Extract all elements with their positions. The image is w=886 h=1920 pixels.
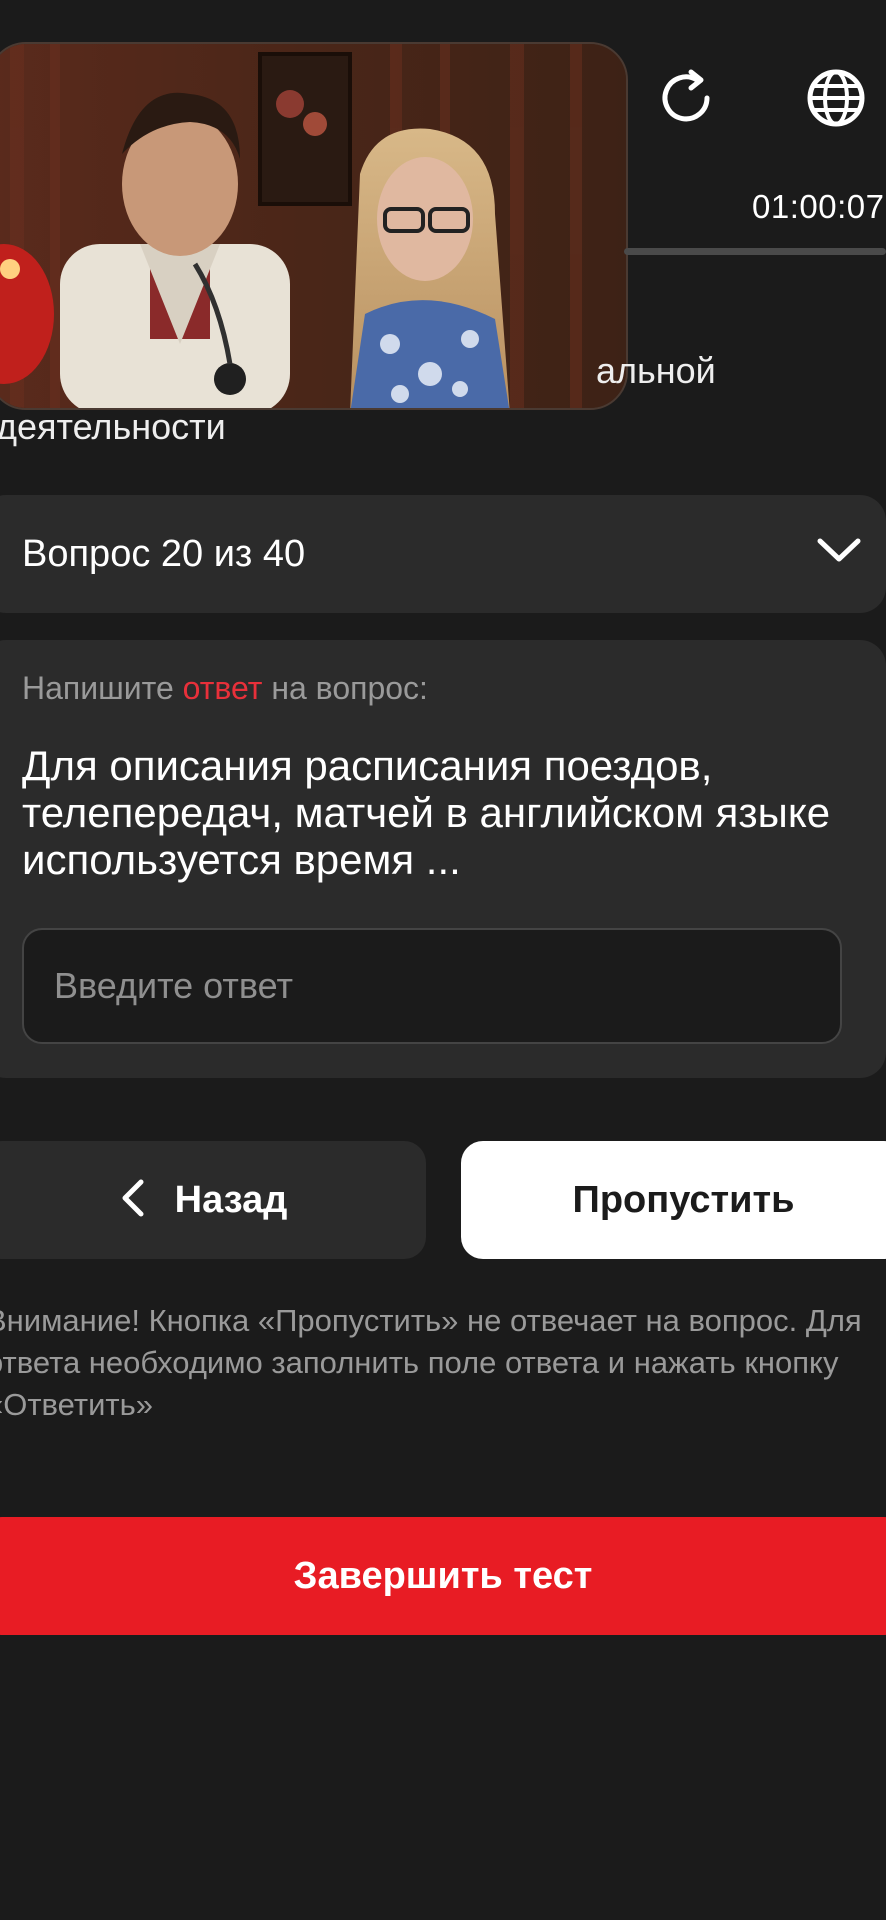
test-page: 01:00:07 альной деятельности Вопрос 20 и… bbox=[0, 0, 886, 1920]
back-button-label: Назад bbox=[174, 1178, 288, 1221]
finish-test-label: Завершить тест bbox=[293, 1554, 593, 1597]
question-counter: Вопрос 20 из 40 bbox=[22, 532, 306, 575]
skip-button[interactable]: Пропустить bbox=[461, 1141, 886, 1259]
refresh-icon[interactable] bbox=[648, 60, 724, 136]
chevron-down-icon bbox=[816, 535, 862, 570]
question-text: Для описания расписания поездов, телепер… bbox=[22, 742, 831, 883]
globe-icon[interactable] bbox=[798, 60, 874, 136]
instruction-text-after: на вопрос: bbox=[262, 670, 428, 706]
chevron-left-icon bbox=[119, 1178, 145, 1223]
skip-warning-text: Внимание! Кнопка «Пропустить» не отвечае… bbox=[0, 1303, 862, 1422]
video-thumbnail[interactable] bbox=[0, 42, 628, 410]
timer-progress-bar bbox=[624, 248, 886, 255]
finish-test-button[interactable]: Завершить тест bbox=[0, 1517, 886, 1635]
back-button[interactable]: Назад bbox=[0, 1141, 426, 1259]
video-frame-image bbox=[0, 44, 626, 408]
question-card: Напишите ответ на вопрос: Для описания р… bbox=[0, 640, 886, 1078]
instruction-accent-word: ответ bbox=[182, 670, 263, 706]
category-title-line1: альной bbox=[596, 350, 716, 391]
category-title-line2: деятельности bbox=[0, 406, 226, 447]
test-timer: 01:00:07 bbox=[752, 188, 885, 225]
question-instruction: Напишите ответ на вопрос: bbox=[22, 670, 428, 707]
question-selector-dropdown[interactable]: Вопрос 20 из 40 bbox=[0, 495, 886, 613]
answer-input[interactable] bbox=[22, 928, 842, 1044]
skip-button-label: Пропустить bbox=[572, 1178, 795, 1221]
instruction-text-before: Напишите bbox=[22, 670, 183, 706]
